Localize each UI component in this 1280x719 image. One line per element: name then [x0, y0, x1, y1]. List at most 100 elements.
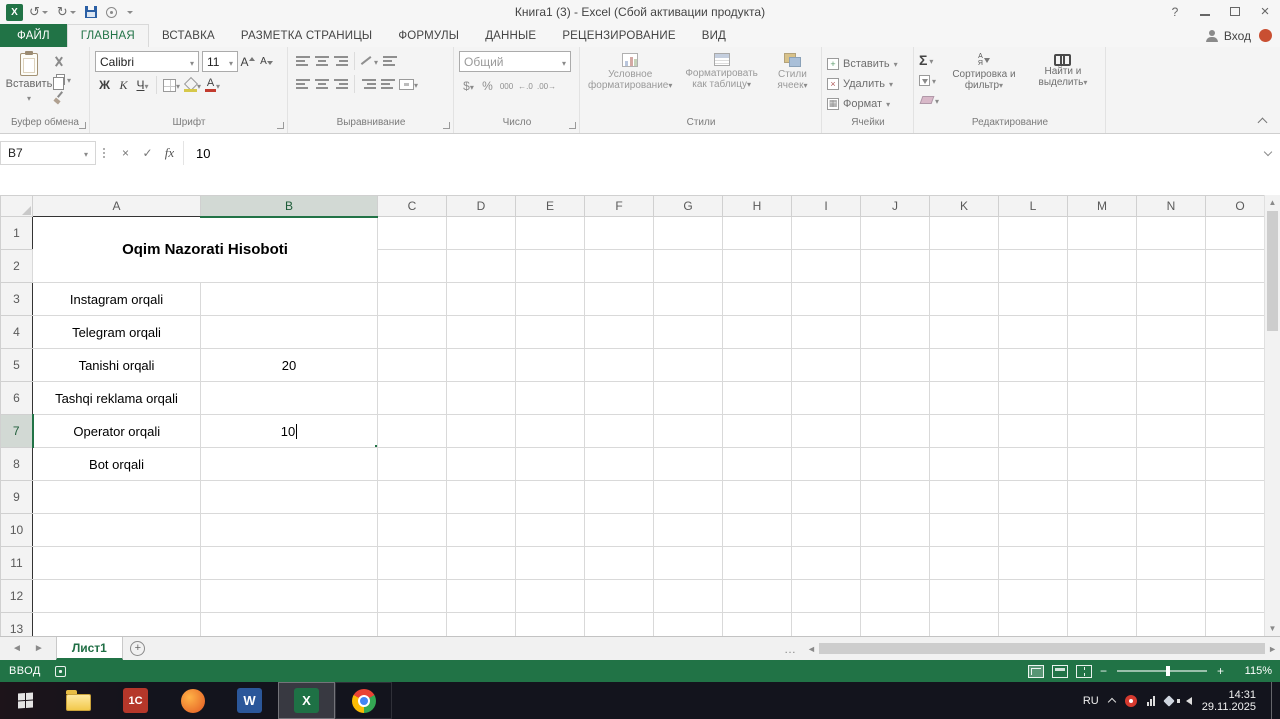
cell-G8[interactable] [653, 447, 723, 481]
align-middle-button[interactable] [312, 51, 331, 71]
alignment-dialog-launcher-icon[interactable] [443, 122, 450, 129]
cell-N5[interactable] [1136, 348, 1206, 382]
cell-M7[interactable] [1067, 414, 1137, 448]
cell-F10[interactable] [584, 513, 654, 547]
cell-O4[interactable] [1205, 315, 1264, 349]
cell-F3[interactable] [584, 282, 654, 316]
cell-K6[interactable] [929, 381, 999, 415]
account-badge-icon[interactable] [1259, 29, 1272, 42]
row-header-8[interactable]: 8 [0, 447, 33, 481]
start-button[interactable] [0, 682, 50, 719]
cell-D5[interactable] [446, 348, 516, 382]
increase-indent-button[interactable] [378, 74, 397, 94]
cell-M1[interactable] [1067, 216, 1137, 250]
cell-O5[interactable] [1205, 348, 1264, 382]
number-dialog-launcher-icon[interactable] [569, 122, 576, 129]
horizontal-scroll-thumb[interactable] [818, 643, 1266, 654]
cell-M8[interactable] [1067, 447, 1137, 481]
column-header-I[interactable]: I [791, 195, 861, 217]
cell-J3[interactable] [860, 282, 930, 316]
cell-G13[interactable] [653, 612, 723, 636]
view-normal-button[interactable] [1027, 664, 1044, 678]
cell-H10[interactable] [722, 513, 792, 547]
row-header-9[interactable]: 9 [0, 480, 33, 514]
insert-cells-button[interactable]: + Вставить [827, 54, 909, 73]
decrease-decimal-button[interactable]: .00→ [535, 76, 558, 96]
cell-B5[interactable]: 20 [200, 348, 378, 382]
scroll-up-icon[interactable]: ▲ [1265, 198, 1280, 207]
cell-E13[interactable] [515, 612, 585, 636]
cell-E6[interactable] [515, 381, 585, 415]
currency-format-button[interactable]: $ [459, 76, 478, 96]
cell-O8[interactable] [1205, 447, 1264, 481]
confirm-entry-button[interactable]: ✓ [138, 146, 157, 160]
help-button[interactable]: ? [1160, 0, 1190, 23]
cell-B8[interactable] [200, 447, 378, 481]
align-bottom-button[interactable] [331, 51, 350, 71]
cell-G10[interactable] [653, 513, 723, 547]
cell-B3[interactable] [200, 282, 378, 316]
cell-A12[interactable] [32, 579, 201, 613]
column-header-K[interactable]: K [929, 195, 999, 217]
cell-J8[interactable] [860, 447, 930, 481]
touch-mode-button[interactable] [103, 2, 120, 22]
cell-N10[interactable] [1136, 513, 1206, 547]
cell-K12[interactable] [929, 579, 999, 613]
cell-O10[interactable] [1205, 513, 1264, 547]
tab-formulas[interactable]: ФОРМУЛЫ [385, 24, 472, 47]
cell-C1[interactable] [377, 216, 447, 250]
align-right-button[interactable] [331, 74, 350, 94]
font-dialog-launcher-icon[interactable] [277, 122, 284, 129]
cell-F1[interactable] [584, 216, 654, 250]
wrap-text-button[interactable] [380, 51, 399, 71]
cell-C4[interactable] [377, 315, 447, 349]
cell-A13[interactable] [32, 612, 201, 636]
taskbar-word[interactable]: W [221, 682, 278, 719]
cell-N1[interactable] [1136, 216, 1206, 250]
cell-F5[interactable] [584, 348, 654, 382]
cell-A6[interactable]: Tashqi reklama orqali [32, 381, 201, 415]
row-header-7[interactable]: 7 [0, 414, 34, 448]
row-header-11[interactable]: 11 [0, 546, 33, 580]
cell-M4[interactable] [1067, 315, 1137, 349]
cell-K11[interactable] [929, 546, 999, 580]
cell-H12[interactable] [722, 579, 792, 613]
cell-L6[interactable] [998, 381, 1068, 415]
collapse-ribbon-icon[interactable] [1257, 117, 1268, 128]
row-header-12[interactable]: 12 [0, 579, 33, 613]
zoom-slider-thumb[interactable] [1166, 666, 1171, 676]
column-header-N[interactable]: N [1136, 195, 1206, 217]
cell-C7[interactable] [377, 414, 447, 448]
cell-O11[interactable] [1205, 546, 1264, 580]
row-header-3[interactable]: 3 [0, 282, 33, 316]
taskbar-chrome[interactable] [335, 682, 392, 719]
cell-M11[interactable] [1067, 546, 1137, 580]
cell-G12[interactable] [653, 579, 723, 613]
formula-input[interactable]: 10 [184, 141, 1256, 165]
cell-H11[interactable] [722, 546, 792, 580]
cell-E4[interactable] [515, 315, 585, 349]
view-page-break-button[interactable] [1075, 664, 1092, 678]
cell-G3[interactable] [653, 282, 723, 316]
minimize-button[interactable] [1190, 0, 1220, 23]
column-header-F[interactable]: F [584, 195, 654, 217]
decrease-font-button[interactable]: А [257, 52, 276, 72]
cell-H5[interactable] [722, 348, 792, 382]
cell-B7[interactable]: 10 [200, 414, 378, 448]
zoom-slider[interactable] [1116, 666, 1207, 676]
conditional-formatting-button[interactable]: Условное форматирование [585, 51, 675, 116]
tab-file[interactable]: ФАЙЛ [0, 24, 67, 47]
cell-J5[interactable] [860, 348, 930, 382]
row-header-4[interactable]: 4 [0, 315, 33, 349]
cell-F11[interactable] [584, 546, 654, 580]
cell-D6[interactable] [446, 381, 516, 415]
column-header-B[interactable]: B [200, 195, 378, 218]
cell-E2[interactable] [515, 249, 585, 283]
cell-styles-button[interactable]: Стили ячеек [768, 51, 817, 116]
cell-D8[interactable] [446, 447, 516, 481]
cell-L11[interactable] [998, 546, 1068, 580]
autosum-button[interactable]: Σ [919, 51, 939, 69]
cell-M5[interactable] [1067, 348, 1137, 382]
cell-D10[interactable] [446, 513, 516, 547]
cell-F8[interactable] [584, 447, 654, 481]
